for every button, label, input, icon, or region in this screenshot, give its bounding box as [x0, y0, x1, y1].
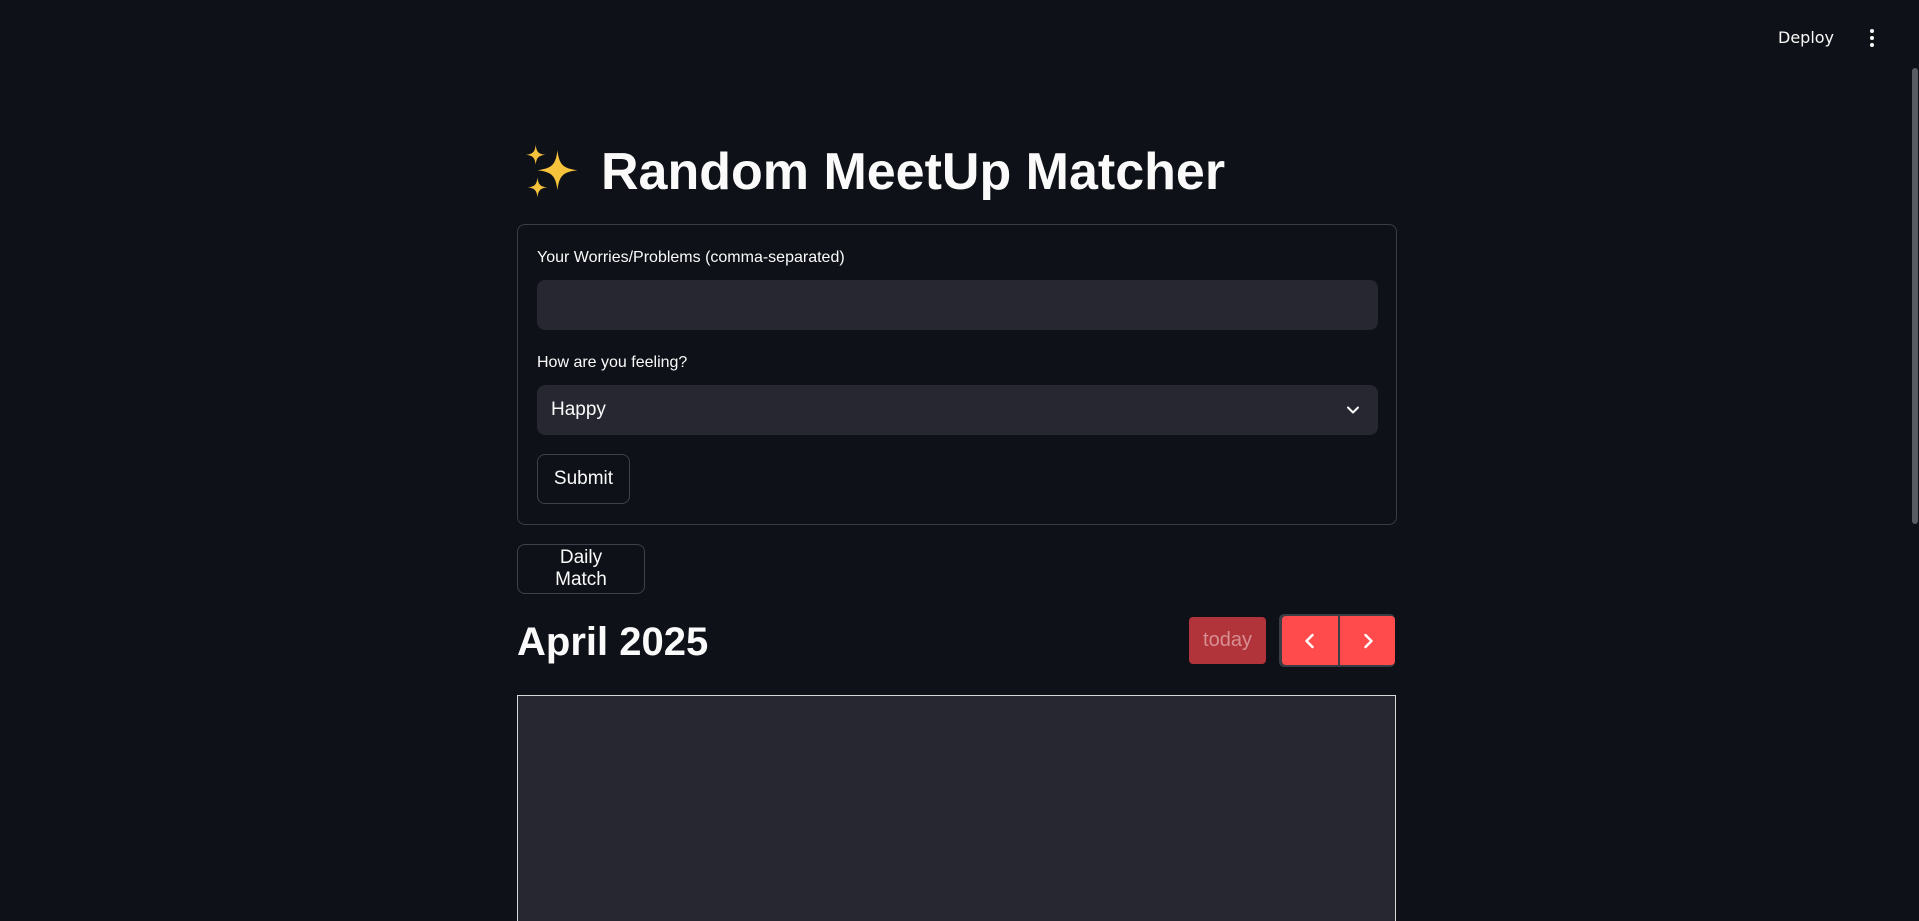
- chevron-right-icon: [1363, 633, 1373, 648]
- calendar-title: April 2025: [517, 620, 709, 664]
- worries-form: Your Worries/Problems (comma-separated) …: [517, 224, 1397, 525]
- app-page: Deploy Random MeetUp Matcher Your Worrie…: [0, 0, 1919, 921]
- feeling-select[interactable]: Happy: [537, 385, 1378, 435]
- sparkles-icon: [525, 144, 578, 198]
- deploy-button[interactable]: Deploy: [1774, 24, 1838, 52]
- page-title-text: Random MeetUp Matcher: [601, 143, 1226, 201]
- top-toolbar: Deploy: [0, 0, 1919, 74]
- submit-button[interactable]: Submit: [537, 454, 630, 504]
- daily-match-button[interactable]: Daily Match: [517, 544, 645, 594]
- worries-label: Your Worries/Problems (comma-separated): [537, 249, 845, 266]
- main-menu-button[interactable]: [1860, 24, 1884, 52]
- vertical-ellipsis-icon: [1870, 29, 1874, 33]
- page-title: Random MeetUp Matcher: [523, 138, 1225, 206]
- prev-month-button[interactable]: [1282, 616, 1338, 665]
- today-button[interactable]: today: [1189, 617, 1266, 664]
- worries-input[interactable]: [537, 280, 1378, 330]
- chevron-left-icon: [1305, 633, 1314, 648]
- chevron-down-icon: [1347, 406, 1359, 414]
- next-month-button[interactable]: [1340, 616, 1395, 665]
- calendar-nav-group: [1279, 614, 1395, 667]
- feeling-select-value: Happy: [551, 399, 606, 420]
- page-scrollbar[interactable]: [1912, 68, 1918, 524]
- feeling-label: How are you feeling?: [537, 354, 688, 371]
- calendar-grid[interactable]: [517, 695, 1396, 921]
